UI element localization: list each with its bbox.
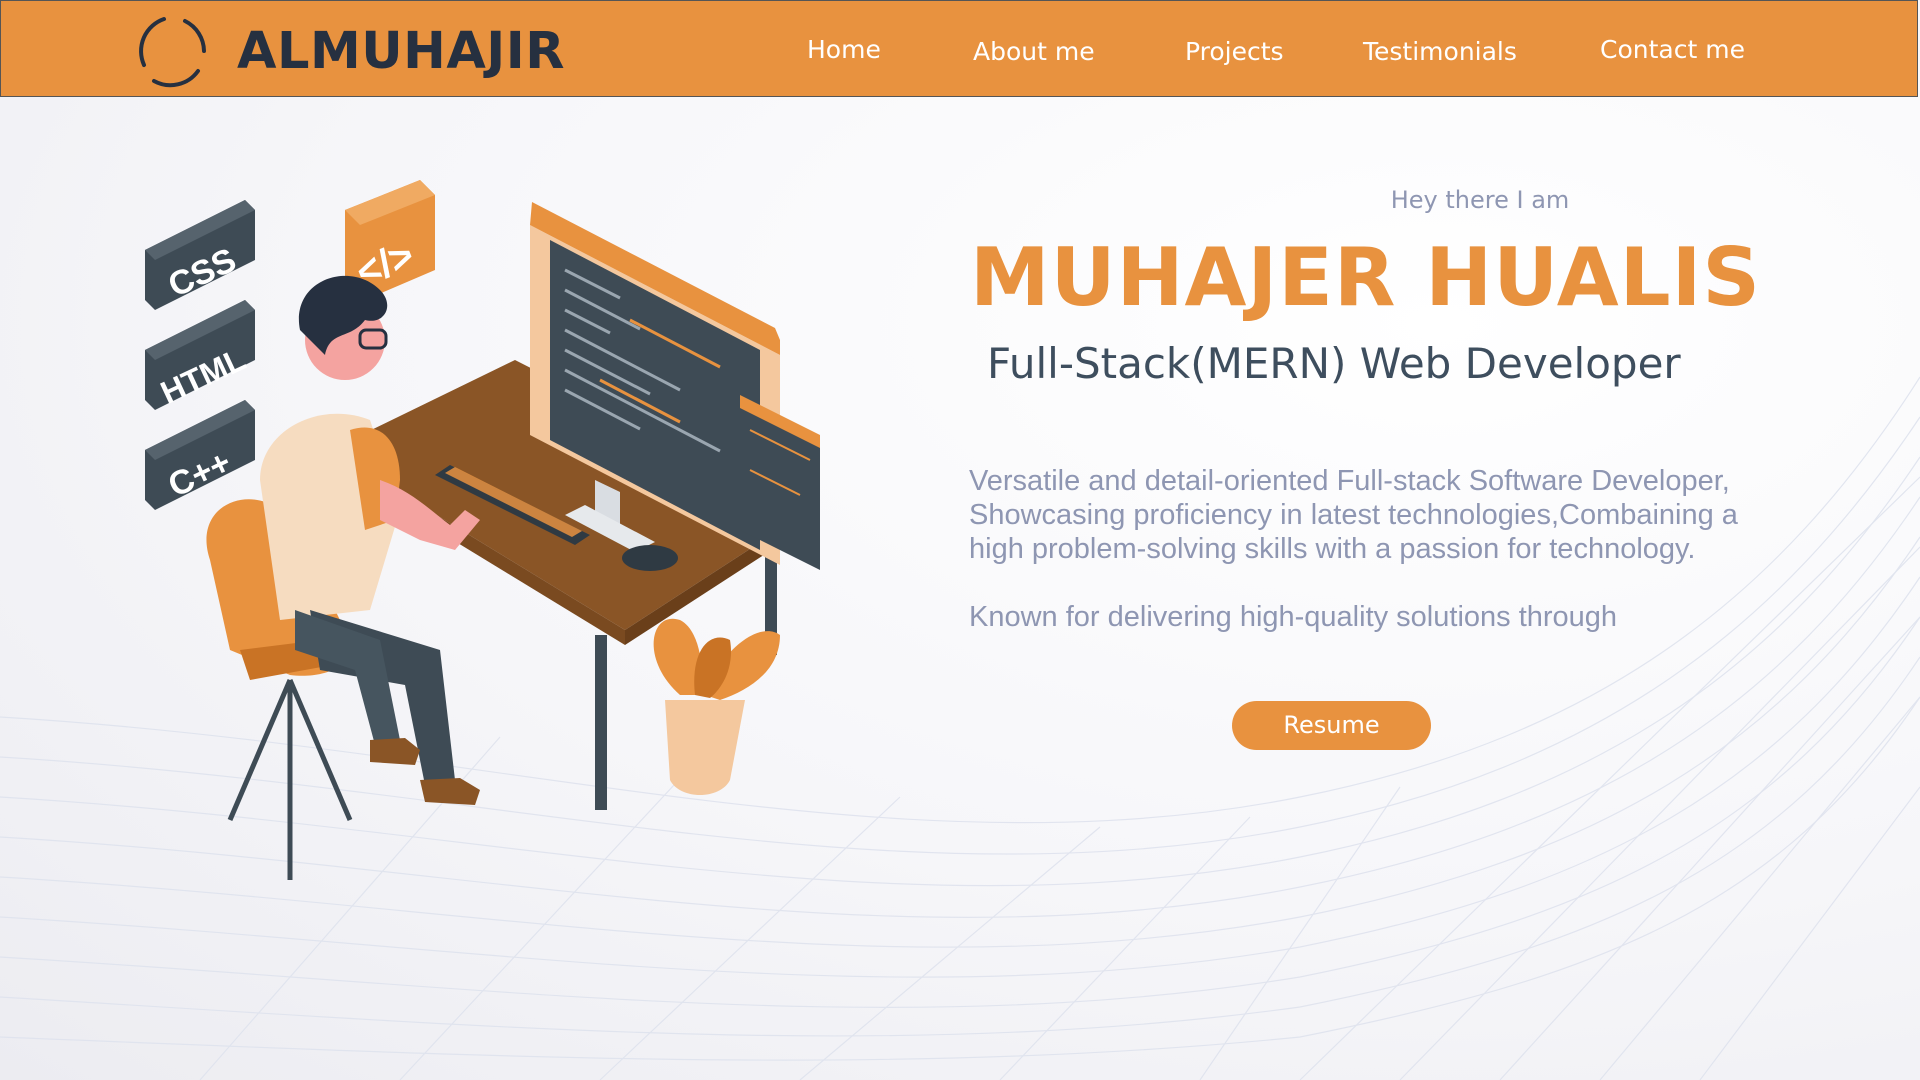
hero-description: Versatile and detail-oriented Full-stack… [969, 465, 1738, 565]
nav-home-link[interactable]: Home [807, 35, 881, 65]
nav-projects-link[interactable]: Projects [1185, 37, 1284, 67]
cpp-badge-icon: C++ [145, 400, 255, 510]
brand-name[interactable]: ALMUHAJIR [237, 21, 565, 83]
developer-illustration: CSS HTML C++ </> [145, 180, 820, 880]
hero-name: MUHAJER HUALIS [970, 231, 1762, 324]
html-badge-icon: HTML [145, 300, 255, 411]
top-navbar: ALMUHAJIR Home About me Projects Testimo… [0, 0, 1918, 97]
hero-description-secondary: Known for delivering high-quality soluti… [969, 601, 1618, 633]
hero-role: Full-Stack(MERN) Web Developer [987, 339, 1681, 388]
resume-button[interactable]: Resume [1232, 701, 1431, 750]
nav-about-link[interactable]: About me [973, 37, 1095, 67]
css-badge-icon: CSS [145, 200, 255, 310]
nav-testimonials-link[interactable]: Testimonials [1363, 37, 1517, 67]
hero-greeting: Hey there I am [1390, 186, 1570, 214]
nav-contact-link[interactable]: Contact me [1600, 35, 1745, 65]
logo-ring-icon[interactable] [134, 13, 210, 89]
potted-plant-icon [653, 618, 780, 795]
